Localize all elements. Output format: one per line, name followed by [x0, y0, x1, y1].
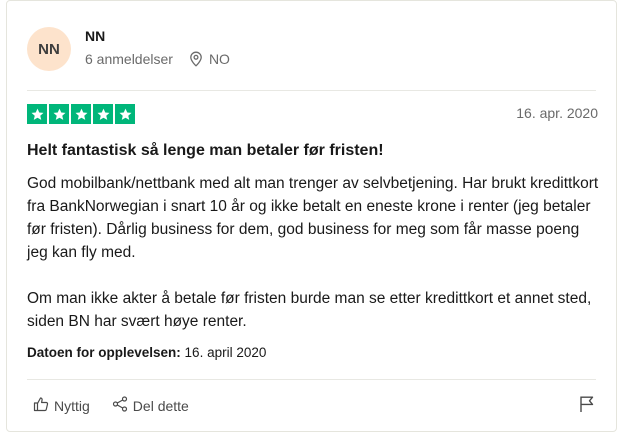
- reviewer-country: NO: [208, 51, 230, 67]
- review-paragraph: Om man ikke akter å betale før fristen b…: [27, 290, 592, 330]
- avatar[interactable]: NN: [27, 27, 71, 71]
- review-body: God mobilbank/nettbank med alt man treng…: [27, 172, 602, 333]
- review-count: 6 anmeldelser: [85, 51, 173, 67]
- footer-divider: [27, 379, 596, 380]
- location-pin-icon: [189, 51, 203, 67]
- star-icon: [49, 104, 69, 124]
- star-rating: [27, 104, 135, 124]
- experience-date: Datoen for opplevelsen: 16. april 2020: [27, 345, 266, 360]
- useful-label: Nyttig: [54, 397, 90, 414]
- avatar-initials: NN: [38, 40, 60, 58]
- review-actions: Nyttig Del dette: [33, 396, 189, 415]
- thumbs-up-icon: [33, 396, 49, 415]
- share-label: Del dette: [132, 397, 189, 414]
- useful-button[interactable]: Nyttig: [33, 396, 90, 415]
- experience-date-value: 16. april 2020: [184, 345, 267, 360]
- header-divider: [27, 90, 596, 91]
- review-card: NN NN 6 anmeldelser NO 16. apr. 2020 Hel…: [6, 0, 617, 432]
- review-title[interactable]: Helt fantastisk så lenge man betaler før…: [27, 142, 384, 160]
- experience-date-label: Datoen for opplevelsen:: [27, 345, 181, 360]
- report-flag-icon[interactable]: [578, 395, 596, 413]
- review-date: 16. apr. 2020: [516, 105, 598, 121]
- star-icon: [115, 104, 135, 124]
- star-icon: [71, 104, 91, 124]
- star-icon: [27, 104, 47, 124]
- reviewer-name[interactable]: NN: [85, 28, 105, 44]
- star-icon: [93, 104, 113, 124]
- review-paragraph: God mobilbank/nettbank med alt man treng…: [27, 175, 599, 261]
- reviewer-meta: 6 anmeldelser NO: [85, 51, 230, 67]
- share-icon: [112, 396, 128, 415]
- share-button[interactable]: Del dette: [112, 396, 189, 415]
